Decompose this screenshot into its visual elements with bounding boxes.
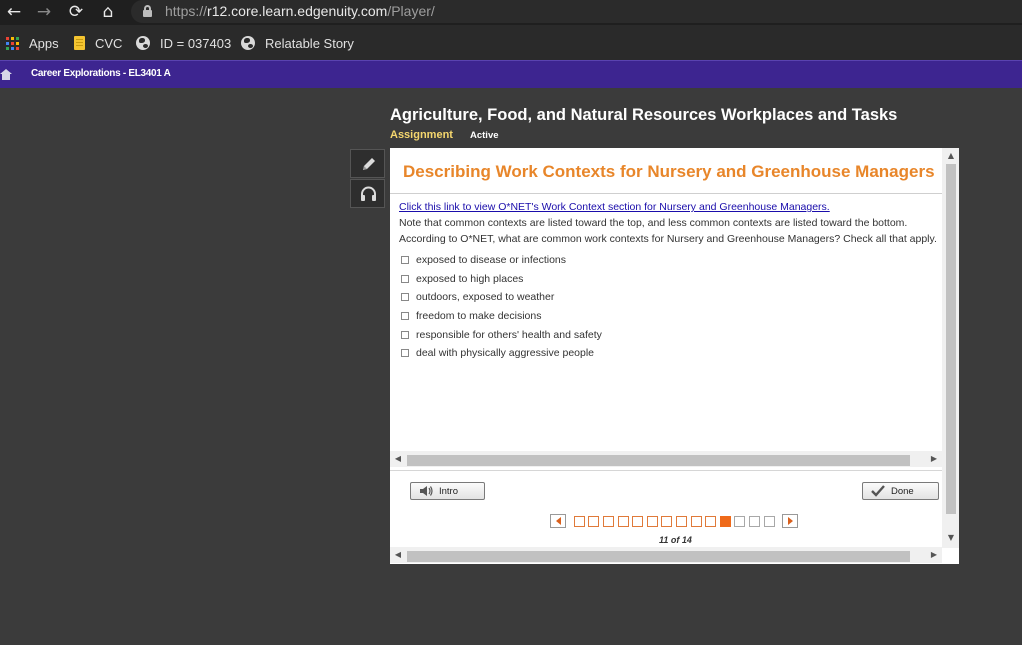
bookmark-apps[interactable]: Apps (6, 34, 59, 52)
activity-title: Agriculture, Food, and Natural Resources… (390, 106, 898, 124)
intro-button[interactable]: Intro (410, 482, 485, 500)
apps-grid-icon (6, 36, 19, 50)
page-indicator[interactable] (617, 515, 629, 527)
page-indicator[interactable] (719, 515, 731, 527)
page-indicator[interactable] (588, 515, 600, 527)
scrollbar-thumb[interactable] (407, 551, 910, 562)
frame-vertical-scrollbar[interactable]: ▲ ▼ (942, 148, 959, 548)
home-icon[interactable]: ⌂ (97, 1, 119, 23)
globe-icon (241, 36, 255, 50)
back-arrow-icon[interactable]: ← (3, 1, 25, 23)
bookmark-cvc[interactable]: CVC (74, 34, 122, 52)
check-icon (871, 485, 885, 497)
bookmark-id[interactable]: ID = 037403 (136, 34, 231, 52)
option-label[interactable]: exposed to disease or infections (416, 254, 566, 266)
next-arrow-icon (787, 517, 793, 525)
content-title: Describing Work Contexts for Nursery and… (403, 162, 935, 181)
audio-tool-button[interactable] (350, 179, 385, 208)
question-text: According to O*NET, what are common work… (399, 233, 937, 245)
headphones-icon (361, 186, 376, 201)
answer-option[interactable]: freedom to make decisions (401, 309, 541, 323)
forward-arrow-icon[interactable]: → (33, 1, 55, 23)
done-label: Done (891, 485, 914, 497)
bookmark-page-icon (74, 36, 85, 50)
previous-page-button[interactable] (550, 514, 566, 528)
reload-icon[interactable]: ⟳ (65, 1, 87, 23)
scroll-right-arrow-icon[interactable]: ▶ (929, 550, 939, 560)
checkbox[interactable] (401, 331, 409, 339)
option-label[interactable]: responsible for others' health and safet… (416, 329, 602, 341)
scrollbar-thumb[interactable] (946, 164, 956, 514)
activity-type-label: Assignment (390, 129, 453, 141)
activity-footer: Intro Done (390, 470, 942, 508)
frame-horizontal-scrollbar[interactable]: ◀ ▶ (390, 547, 942, 563)
bookmark-label: Relatable Story (265, 35, 354, 51)
bookmark-label: Apps (29, 35, 59, 51)
page-indicator[interactable] (690, 515, 702, 527)
bookmark-label: CVC (95, 35, 123, 51)
page-count: 11 of 14 (659, 535, 692, 545)
onet-link[interactable]: Click this link to view O*NET's Work Con… (399, 201, 830, 213)
url-text[interactable]: https://r12.core.learn.edgenuity.com/Pla… (165, 3, 435, 19)
content-horizontal-scrollbar[interactable]: ◀ ▶ (390, 451, 942, 467)
page-indicator[interactable] (661, 515, 673, 527)
page-indicators (572, 515, 776, 527)
done-button[interactable]: Done (862, 482, 939, 500)
pencil-icon (363, 158, 375, 170)
note-text: Note that common contexts are listed tow… (399, 217, 908, 229)
checkbox[interactable] (401, 275, 409, 283)
page-indicator[interactable] (734, 515, 746, 527)
page-navigator (550, 514, 799, 528)
answer-option[interactable]: exposed to high places (401, 272, 523, 286)
option-label[interactable]: exposed to high places (416, 273, 523, 285)
activity-status-label: Active (470, 130, 499, 141)
page-indicator[interactable] (748, 515, 760, 527)
title-divider (390, 193, 942, 194)
page-indicator[interactable] (632, 515, 644, 527)
player-frame: Describing Work Contexts for Nursery and… (390, 148, 959, 564)
course-title[interactable]: Career Explorations - EL3401 A (31, 68, 171, 79)
scroll-down-arrow-icon[interactable]: ▼ (946, 533, 956, 543)
bookmark-relatable-story[interactable]: Relatable Story (241, 34, 354, 52)
option-label[interactable]: deal with physically aggressive people (416, 347, 594, 359)
bookmark-label: ID = 037403 (160, 35, 232, 51)
browser-toolbar: ← → ⟳ ⌂ https://r12.core.learn.edgenuity… (0, 0, 1022, 25)
page-indicator[interactable] (602, 515, 614, 527)
option-label[interactable]: outdoors, exposed to weather (416, 291, 554, 303)
bookmarks-bar: Apps CVC ID = 037403 Relatable Story (0, 25, 1022, 60)
checkbox[interactable] (401, 349, 409, 357)
lock-icon[interactable] (143, 5, 152, 17)
previous-arrow-icon (555, 517, 561, 525)
page-indicator[interactable] (705, 515, 717, 527)
activity-content: Describing Work Contexts for Nursery and… (390, 148, 942, 508)
page-indicator[interactable] (646, 515, 658, 527)
option-label[interactable]: freedom to make decisions (416, 310, 541, 322)
next-page-button[interactable] (782, 514, 799, 528)
course-header-bar: Career Explorations - EL3401 A (0, 60, 1022, 88)
checkbox[interactable] (401, 312, 409, 320)
answer-option[interactable]: outdoors, exposed to weather (401, 290, 554, 304)
intro-label: Intro (439, 485, 459, 497)
scrollbar-thumb[interactable] (407, 455, 910, 466)
answer-option[interactable]: responsible for others' health and safet… (401, 328, 602, 342)
page-indicator[interactable] (763, 515, 775, 527)
page-indicator[interactable] (675, 515, 687, 527)
address-bar[interactable]: https://r12.core.learn.edgenuity.com/Pla… (131, 0, 1022, 23)
globe-icon (136, 36, 150, 50)
course-home-icon[interactable] (0, 69, 12, 80)
scroll-right-arrow-icon[interactable]: ▶ (929, 454, 939, 464)
scroll-left-arrow-icon[interactable]: ◀ (393, 550, 403, 560)
answer-option[interactable]: deal with physically aggressive people (401, 346, 594, 360)
page-indicator[interactable] (573, 515, 585, 527)
speaker-icon (420, 486, 433, 496)
answer-option[interactable]: exposed to disease or infections (401, 253, 566, 267)
checkbox[interactable] (401, 256, 409, 264)
checkbox[interactable] (401, 293, 409, 301)
scroll-up-arrow-icon[interactable]: ▲ (946, 151, 956, 161)
scroll-left-arrow-icon[interactable]: ◀ (393, 454, 403, 464)
pencil-tool-button[interactable] (350, 149, 385, 178)
